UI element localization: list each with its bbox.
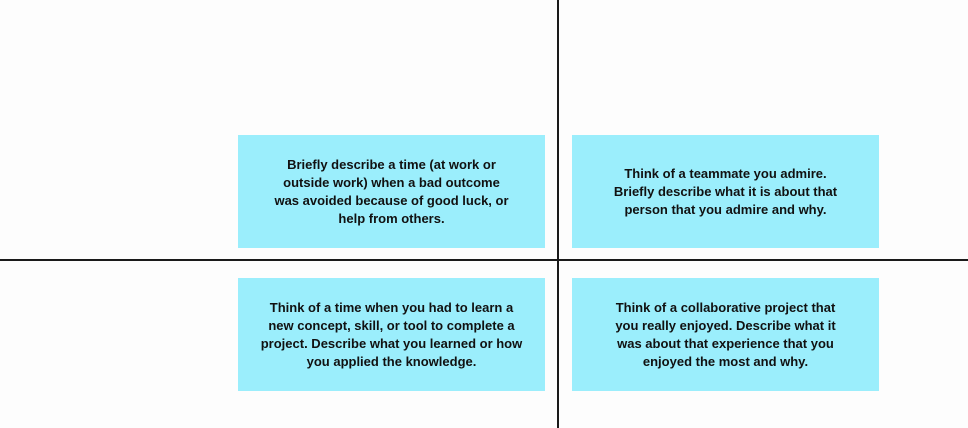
whiteboard-canvas[interactable]: Briefly describe a time (at work or outs… [0, 0, 968, 428]
sticky-note-text: Briefly describe a time (at work or outs… [274, 156, 509, 226]
vertical-divider-line [557, 0, 559, 428]
sticky-note-text: Think of a collaborative project that yo… [615, 299, 836, 369]
sticky-note-learned-new-skill[interactable]: Think of a time when you had to learn a … [238, 278, 545, 391]
sticky-note-text: Think of a teammate you admire. Briefly … [613, 165, 838, 217]
horizontal-divider-line [0, 259, 968, 261]
sticky-note-bad-outcome-avoided[interactable]: Briefly describe a time (at work or outs… [238, 135, 545, 248]
sticky-note-collaborative-project[interactable]: Think of a collaborative project that yo… [572, 278, 879, 391]
sticky-note-text: Think of a time when you had to learn a … [260, 299, 523, 369]
sticky-note-admired-teammate[interactable]: Think of a teammate you admire. Briefly … [572, 135, 879, 248]
